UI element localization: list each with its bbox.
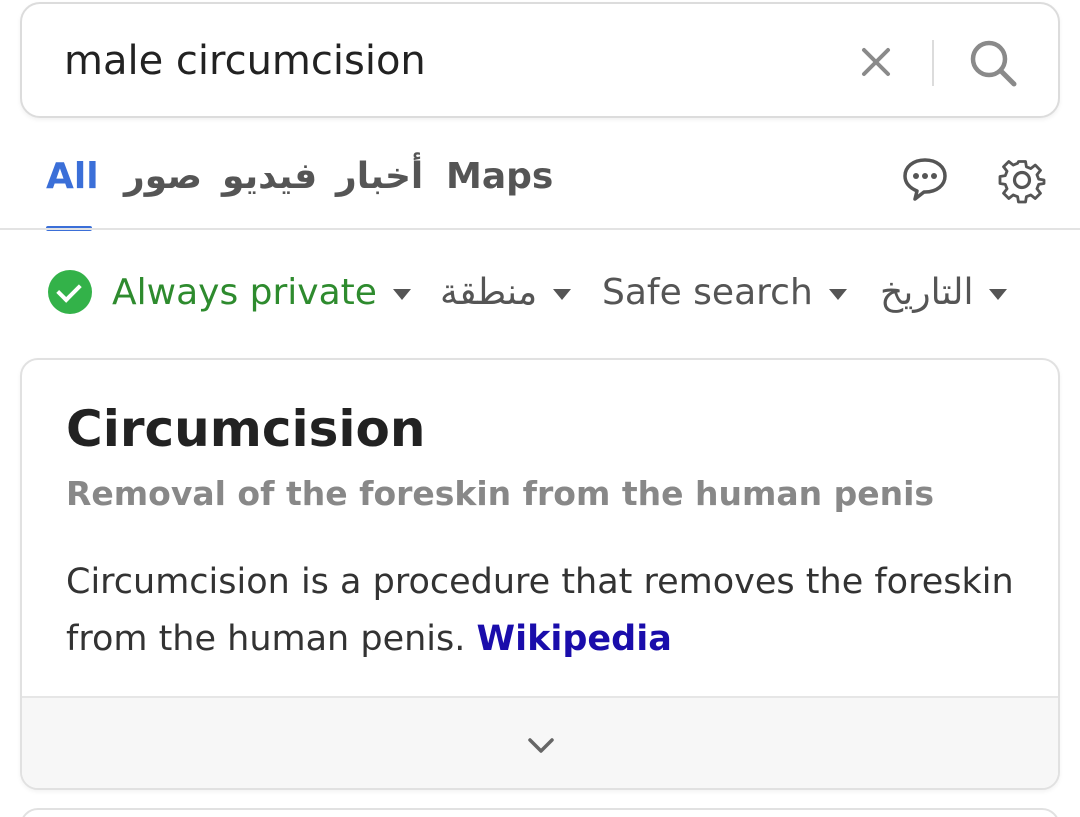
next-result-card [20, 808, 1060, 817]
date-filter[interactable]: التاريخ [880, 270, 1008, 314]
check-circle-icon [48, 270, 92, 314]
tab-news[interactable]: أخبار [336, 156, 423, 197]
gear-icon[interactable] [996, 154, 1048, 206]
panel-title: Circumcision [66, 400, 426, 458]
panel-description: Circumcision is a procedure that removes… [66, 554, 1026, 668]
safe-search-filter-label: Safe search [602, 271, 813, 313]
knowledge-panel: Circumcision Removal of the foreskin fro… [20, 358, 1060, 790]
dropdown-arrow-icon [828, 288, 847, 300]
tab-videos[interactable]: فيديو [222, 156, 317, 197]
date-filter-label: التاريخ [880, 271, 974, 313]
region-filter[interactable]: منطقة [440, 270, 572, 314]
chat-bubble-icon[interactable] [900, 154, 950, 204]
tab-all[interactable]: All [46, 156, 99, 197]
search-divider [932, 40, 934, 86]
dropdown-arrow-icon [392, 288, 411, 300]
panel-subtitle: Removal of the foreskin from the human p… [66, 474, 935, 513]
dropdown-arrow-icon [553, 288, 572, 300]
search-bar[interactable]: male circumcision [20, 2, 1060, 118]
privacy-filter[interactable]: Always private [48, 270, 411, 314]
search-icon[interactable] [966, 36, 1020, 90]
close-icon[interactable] [856, 42, 896, 82]
safe-search-filter[interactable]: Safe search [602, 270, 847, 314]
region-filter-label: منطقة [440, 271, 538, 313]
tab-maps[interactable]: Maps [446, 156, 553, 197]
wikipedia-link[interactable]: Wikipedia [477, 619, 672, 659]
tab-images[interactable]: صور [124, 156, 202, 197]
search-input[interactable]: male circumcision [64, 38, 426, 84]
panel-expand-bar[interactable] [22, 696, 1058, 788]
privacy-filter-label: Always private [112, 271, 377, 313]
chevron-down-icon[interactable] [524, 734, 558, 758]
tabs-divider [0, 228, 1080, 230]
dropdown-arrow-icon [989, 288, 1008, 300]
search-results-page: male circumcision All صور فيديو أخبار Ma… [0, 0, 1080, 817]
